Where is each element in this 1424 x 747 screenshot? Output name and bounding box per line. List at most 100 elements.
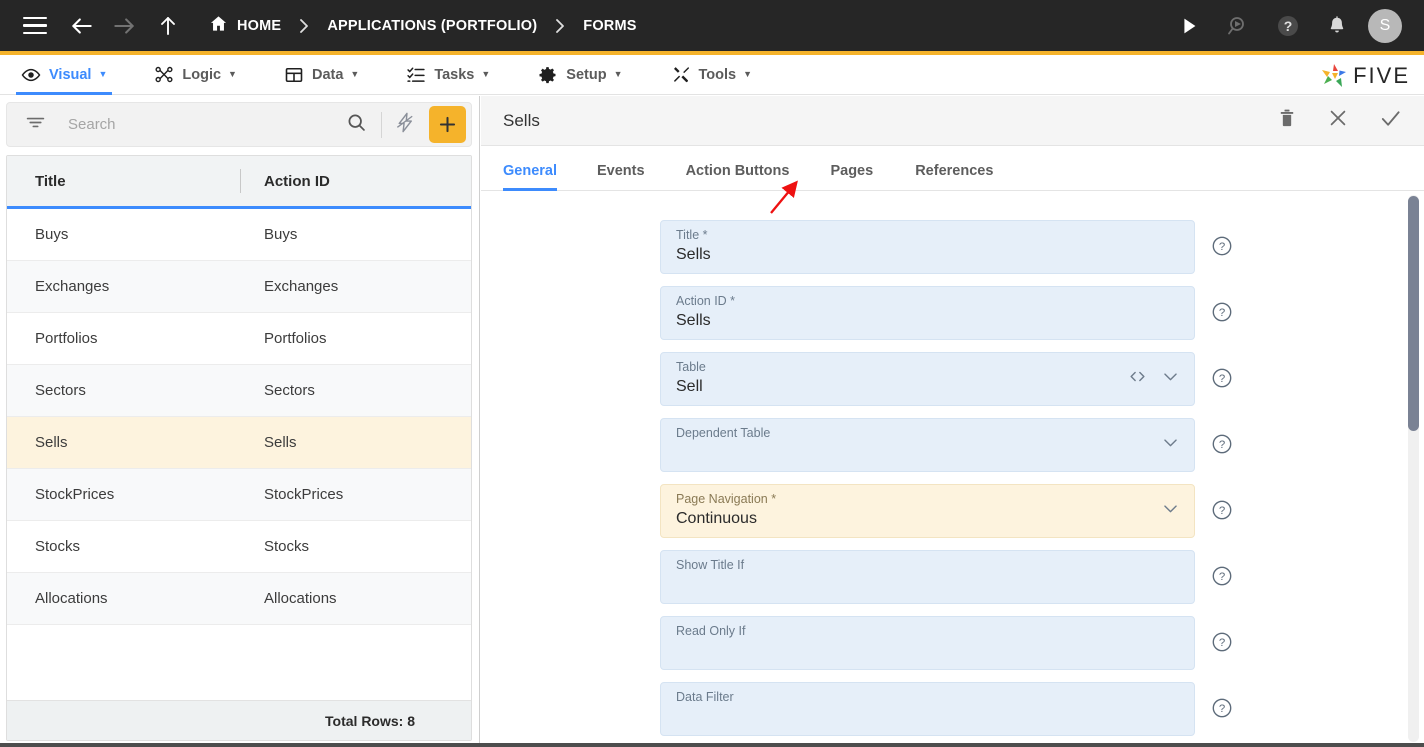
field-label: Page Navigation *: [676, 492, 777, 506]
table-icon: [284, 65, 304, 85]
table-row[interactable]: Portfolios Portfolios: [7, 313, 471, 365]
form-detail-panel: Sells General Events Action Buttons Page…: [481, 96, 1424, 747]
hamburger-icon[interactable]: [23, 17, 47, 34]
field-row-table: Table Sell ?: [660, 352, 1233, 406]
action-id-field[interactable]: Action ID * Sells: [660, 286, 1195, 340]
search-toolbar: [6, 102, 472, 147]
trash-icon[interactable]: [1277, 107, 1297, 134]
table-row[interactable]: Stocks Stocks: [7, 521, 471, 573]
field-row-title: Title * Sells ?: [660, 220, 1233, 274]
field-row-read-only-if: Read Only If ?: [660, 616, 1233, 670]
back-arrow-icon[interactable]: [69, 13, 95, 39]
filter-icon[interactable]: [25, 112, 46, 138]
menu-item-logic[interactable]: Logic ▼: [149, 55, 242, 95]
cell-action-id: Sectors: [264, 382, 315, 399]
field-value: Continuous: [676, 510, 757, 527]
field-controls: [1161, 433, 1180, 457]
play-icon[interactable]: [1178, 15, 1200, 37]
grid-header-row: Title Action ID: [7, 156, 471, 209]
cell-action-id: Buys: [264, 226, 298, 243]
column-header-title[interactable]: Title: [7, 173, 240, 190]
chevron-down-icon: ▼: [743, 69, 753, 79]
menu-label-logic: Logic: [182, 66, 222, 83]
cell-action-id: Sells: [264, 434, 297, 451]
tab-general[interactable]: General: [503, 163, 557, 191]
tab-events[interactable]: Events: [597, 163, 645, 190]
chevron-down-icon[interactable]: [1161, 499, 1180, 523]
cell-action-id: Stocks: [264, 538, 310, 555]
up-arrow-icon[interactable]: [155, 13, 181, 39]
window-bottom-edge: [0, 743, 1424, 747]
breadcrumb-item-forms[interactable]: FORMS: [583, 18, 636, 34]
help-circle-icon[interactable]: ?: [1211, 301, 1233, 328]
top-navigation-bar: HOME APPLICATIONS (PORTFOLIO) FORMS ? S: [0, 0, 1424, 51]
bell-icon[interactable]: [1326, 15, 1348, 37]
read-only-if-field[interactable]: Read Only If: [660, 616, 1195, 670]
search-icon[interactable]: [346, 112, 367, 138]
table-row[interactable]: Buys Buys: [7, 209, 471, 261]
table-row[interactable]: StockPrices StockPrices: [7, 469, 471, 521]
show-title-if-field[interactable]: Show Title If: [660, 550, 1195, 604]
vertical-scrollbar-thumb[interactable]: [1408, 196, 1419, 431]
help-circle-icon[interactable]: ?: [1211, 499, 1233, 526]
cell-title: Sells: [35, 434, 68, 451]
tab-action-buttons[interactable]: Action Buttons: [686, 163, 790, 190]
tab-references[interactable]: References: [915, 163, 993, 190]
title-field[interactable]: Title * Sells: [660, 220, 1195, 274]
field-row-data-filter: Data Filter ?: [660, 682, 1233, 736]
menu-item-tools[interactable]: Tools ▼: [666, 55, 758, 95]
menu-item-visual[interactable]: Visual ▼: [16, 55, 113, 95]
cell-action-id: StockPrices: [264, 486, 344, 503]
home-icon: [209, 14, 228, 38]
five-logo-text: FIVE: [1353, 63, 1410, 88]
dependent-table-field[interactable]: Dependent Table: [660, 418, 1195, 472]
help-circle-icon[interactable]: ?: [1211, 631, 1233, 658]
forward-arrow-icon[interactable]: [111, 13, 137, 39]
cell-action-id: Exchanges: [264, 278, 339, 295]
chevron-down-icon[interactable]: [1161, 367, 1180, 391]
menu-label-data: Data: [311, 66, 344, 83]
help-circle-icon[interactable]: ?: [1211, 697, 1233, 724]
menu-item-setup[interactable]: Setup ▼: [533, 55, 627, 95]
avatar[interactable]: S: [1368, 8, 1402, 43]
add-form-button[interactable]: [429, 106, 466, 143]
menu-item-tasks[interactable]: Tasks ▼: [401, 55, 495, 95]
help-circle-icon[interactable]: ?: [1211, 367, 1233, 394]
cell-action-id: Allocations: [264, 590, 337, 607]
chevron-down-icon[interactable]: [1161, 433, 1180, 457]
help-circle-icon[interactable]: ?: [1211, 433, 1233, 460]
field-label: Read Only If: [676, 624, 746, 638]
cell-title: Buys: [35, 226, 69, 243]
search-input[interactable]: [68, 116, 346, 133]
table-field[interactable]: Table Sell: [660, 352, 1195, 406]
tools-icon: [671, 65, 691, 85]
breadcrumb-item-home[interactable]: HOME: [209, 14, 281, 38]
close-icon[interactable]: [1327, 107, 1349, 134]
menu-item-data[interactable]: Data ▼: [279, 55, 364, 95]
quick-action-icon[interactable]: [394, 111, 417, 139]
chevron-down-icon: ▼: [481, 69, 491, 79]
svg-text:?: ?: [1219, 373, 1225, 385]
table-row[interactable]: Allocations Allocations: [7, 573, 471, 625]
chevron-down-icon: ▼: [228, 69, 237, 79]
cell-title: Sectors: [35, 382, 86, 399]
svg-text:?: ?: [1219, 241, 1225, 253]
help-circle-icon[interactable]: ?: [1276, 14, 1300, 38]
table-row[interactable]: Exchanges Exchanges: [7, 261, 471, 313]
help-circle-icon[interactable]: ?: [1211, 235, 1233, 262]
cell-title: Exchanges: [35, 278, 110, 295]
search-run-icon[interactable]: [1226, 14, 1250, 38]
svg-text:?: ?: [1219, 439, 1225, 451]
svg-text:?: ?: [1219, 571, 1225, 583]
tab-pages[interactable]: Pages: [830, 163, 873, 190]
table-row-selected[interactable]: Sells Sells: [7, 417, 471, 469]
help-circle-icon[interactable]: ?: [1211, 565, 1233, 592]
check-icon[interactable]: [1379, 107, 1402, 135]
breadcrumb-item-applications[interactable]: APPLICATIONS (PORTFOLIO): [327, 18, 537, 34]
page-navigation-field[interactable]: Page Navigation * Continuous: [660, 484, 1195, 538]
column-header-action-id[interactable]: Action ID: [241, 173, 330, 190]
data-filter-field[interactable]: Data Filter: [660, 682, 1195, 736]
code-icon[interactable]: [1128, 367, 1147, 391]
table-row[interactable]: Sectors Sectors: [7, 365, 471, 417]
general-tab-content: Title * Sells ? Action ID * Sells ? Tabl…: [481, 191, 1424, 746]
